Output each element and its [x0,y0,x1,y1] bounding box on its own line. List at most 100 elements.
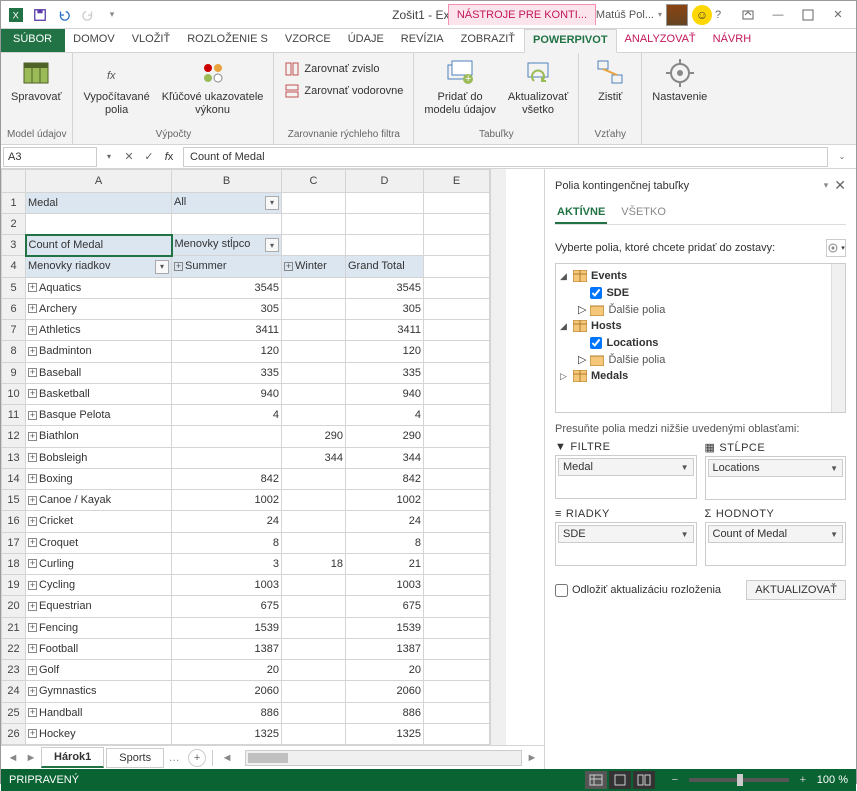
minimize-icon[interactable]: — [764,4,792,26]
row-header[interactable]: 1 [2,192,26,213]
cell[interactable]: 20 [346,660,424,681]
cell[interactable]: 842 [172,468,282,489]
expand-icon[interactable]: + [28,559,37,568]
expand-icon[interactable]: + [28,666,37,675]
tab-layout[interactable]: ROZLOŽENIE S [179,29,277,52]
close-pane-icon[interactable]: ✕ [834,177,846,194]
spreadsheet-grid[interactable]: A B C D E 1 Medal All▾ 2 3 Count of Meda… [1,169,490,745]
cell[interactable] [424,447,490,468]
maximize-icon[interactable] [794,4,822,26]
row-header[interactable]: 2 [2,213,26,234]
field-table[interactable]: ▷Medals [560,368,841,384]
col-header-c[interactable]: C [282,170,346,193]
cell[interactable] [282,383,346,404]
align-horizontal-button[interactable]: Zarovnať vodorovne [280,81,407,101]
tab-active-fields[interactable]: AKTÍVNE [555,202,607,224]
pane-options-button[interactable]: ▾ [826,239,846,257]
row-header[interactable]: 9 [2,362,26,383]
view-normal-icon[interactable] [585,771,607,789]
tab-file[interactable]: SÚBOR [1,29,65,52]
cell[interactable]: 1325 [172,723,282,744]
expand-icon[interactable]: + [28,644,37,653]
cell[interactable] [424,702,490,723]
defer-update-checkbox[interactable]: Odložiť aktualizáciu rozloženia [555,584,721,597]
sheet-nav-next-icon[interactable]: ► [23,750,39,766]
cell[interactable] [424,617,490,638]
cell[interactable]: 305 [346,298,424,319]
cell[interactable]: 3411 [172,320,282,341]
refresh-all-button[interactable]: Aktualizovať všetko [504,55,572,119]
zoom-in-button[interactable]: + [795,772,811,788]
cell[interactable]: 1002 [172,490,282,511]
col-grandtotal[interactable]: Grand Total [346,256,424,277]
cell[interactable] [282,298,346,319]
expand-icon[interactable]: + [28,729,37,738]
close-icon[interactable]: ✕ [824,4,852,26]
cell[interactable] [424,383,490,404]
field-list[interactable]: ◢Events▷ SDE▷Ďalšie polia◢Hosts▷ Locatio… [555,263,846,413]
expand-icon[interactable]: + [28,368,37,377]
field-list-scrollbar[interactable] [831,264,845,412]
row-labels-dropdown-icon[interactable]: ▾ [155,260,169,274]
expand-icon[interactable]: + [28,581,37,590]
pivot-row-label[interactable]: +Fencing [26,617,172,638]
cell[interactable] [424,511,490,532]
chevron-down-icon[interactable]: ▼ [681,463,689,472]
expand-icon[interactable]: + [174,262,183,271]
cell[interactable] [424,532,490,553]
expand-tri-icon[interactable]: ▷ [578,353,586,366]
qat-dropdown-icon[interactable]: ▾ [101,4,123,26]
cell[interactable] [424,723,490,744]
expand-icon[interactable]: + [284,262,293,271]
add-to-model-button[interactable]: + Pridať do modelu údajov [420,55,500,119]
row-header[interactable]: 20 [2,596,26,617]
tab-analyze[interactable]: ANALYZOVAŤ [617,29,705,52]
cell[interactable] [424,277,490,298]
cell[interactable]: 3411 [346,320,424,341]
user-name-label[interactable]: Matúš Pol... [596,9,654,21]
cell[interactable] [172,447,282,468]
expand-tri-icon[interactable]: ◢ [560,271,569,282]
page-filter-dropdown-icon[interactable]: ▾ [265,196,279,210]
expand-tri-icon[interactable]: ◢ [560,321,569,332]
expand-icon[interactable]: + [28,623,37,632]
sheet-more-icon[interactable]: … [166,750,182,766]
cell[interactable]: 3 [172,553,282,574]
cell[interactable] [282,723,346,744]
row-header[interactable]: 21 [2,617,26,638]
pane-dropdown-icon[interactable]: ▾ [824,180,829,191]
cell[interactable] [424,660,490,681]
row-header[interactable]: 16 [2,511,26,532]
user-avatar[interactable] [666,4,688,26]
cell[interactable] [282,277,346,298]
calculated-fields-button[interactable]: fx Vypočítavané polia [79,55,153,119]
pivot-row-label[interactable]: +Canoe / Kayak [26,490,172,511]
tab-view[interactable]: ZOBRAZIŤ [453,29,524,52]
cell[interactable]: 290 [282,426,346,447]
col-header-d[interactable]: D [346,170,424,193]
pivot-row-label[interactable]: +Archery [26,298,172,319]
cell[interactable] [424,298,490,319]
cell[interactable] [424,681,490,702]
row-header[interactable]: 5 [2,277,26,298]
settings-button[interactable]: Nastavenie [648,55,711,106]
vertical-scrollbar[interactable] [490,169,506,745]
cell[interactable]: 1325 [346,723,424,744]
expand-icon[interactable]: + [28,538,37,547]
cell[interactable] [282,596,346,617]
cell[interactable]: 886 [172,702,282,723]
page-field[interactable]: Medal [26,192,172,213]
cell[interactable]: 20 [172,660,282,681]
values-drop-area[interactable]: Count of Medal▼ [705,522,847,566]
tab-powerpivot[interactable]: POWERPIVOT [524,29,617,53]
sheet-nav-prev-icon[interactable]: ◄ [5,750,21,766]
pivot-row-label[interactable]: +Bobsleigh [26,447,172,468]
pivot-row-label[interactable]: +Hockey [26,723,172,744]
cell[interactable] [424,341,490,362]
cell[interactable]: 1539 [346,617,424,638]
formula-input[interactable] [183,147,828,167]
expand-icon[interactable]: + [28,304,37,313]
excel-icon[interactable]: X [5,4,27,26]
expand-icon[interactable]: + [28,389,37,398]
save-icon[interactable] [29,4,51,26]
